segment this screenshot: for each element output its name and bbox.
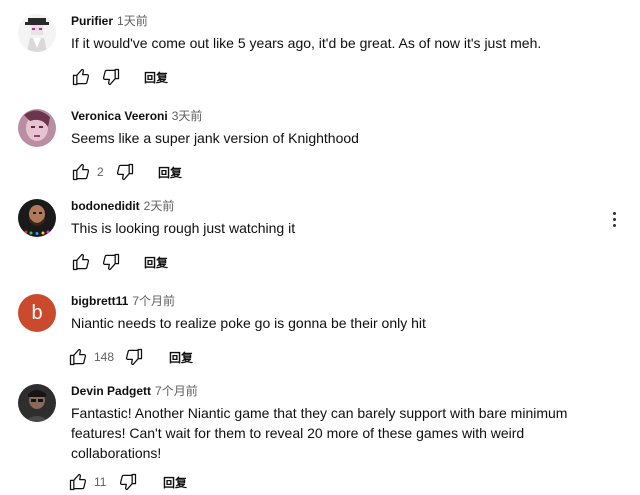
menu-dot xyxy=(612,212,616,215)
reply-label: 回复 xyxy=(158,165,183,180)
like-button[interactable]: 148 xyxy=(68,347,114,367)
menu-dot xyxy=(612,224,616,227)
like-button[interactable] xyxy=(71,252,91,272)
more-vert-icon[interactable] xyxy=(607,210,621,230)
comment-time[interactable]: 7个月前 xyxy=(132,294,175,308)
menu-dot xyxy=(612,218,616,221)
like-count: 2 xyxy=(97,165,104,179)
comment-time[interactable]: 3天前 xyxy=(172,109,203,123)
comment-text: This is looking rough just watching it xyxy=(71,220,296,236)
comment-author[interactable]: Devin Padgett xyxy=(71,384,151,398)
reply-button[interactable]: 回复 xyxy=(158,162,182,182)
reply-label: 回复 xyxy=(163,475,188,490)
comment-author[interactable]: bigbrett11 xyxy=(71,294,128,308)
comment-time[interactable]: 7个月前 xyxy=(155,384,198,398)
thumb-up-icon xyxy=(69,473,87,491)
thumb-down-icon xyxy=(102,68,120,86)
avatar[interactable] xyxy=(18,384,56,422)
comment-time[interactable]: 2天前 xyxy=(144,199,175,213)
dislike-button[interactable] xyxy=(115,162,135,182)
comment-text: Niantic needs to realize poke go is gonn… xyxy=(71,315,426,331)
dislike-button[interactable] xyxy=(124,347,144,367)
comment-text: Fantastic! Another Niantic game that the… xyxy=(71,405,568,461)
comment-text: If it would've come out like 5 years ago… xyxy=(71,35,542,51)
thumb-down-icon xyxy=(125,348,143,366)
thumb-up-icon xyxy=(69,348,87,366)
thumb-down-icon xyxy=(102,253,120,271)
dislike-button[interactable] xyxy=(101,67,121,87)
like-button[interactable] xyxy=(71,67,91,87)
avatar[interactable] xyxy=(18,109,56,147)
like-button[interactable]: 2 xyxy=(71,162,104,182)
avatar[interactable] xyxy=(18,14,56,52)
reply-label: 回复 xyxy=(144,70,169,85)
dislike-button[interactable] xyxy=(118,472,138,492)
like-count: 148 xyxy=(94,350,115,364)
thumb-up-icon xyxy=(72,163,90,181)
avatar-letter: b xyxy=(31,302,43,324)
reply-button[interactable]: 回复 xyxy=(169,347,193,367)
comment-time[interactable]: 1天前 xyxy=(117,14,148,28)
reply-label: 回复 xyxy=(144,255,169,270)
reply-button[interactable]: 回复 xyxy=(144,252,168,272)
reply-button[interactable]: 回复 xyxy=(163,472,187,492)
thumb-down-icon xyxy=(119,473,137,491)
comment-author[interactable]: bodonedidit xyxy=(71,199,140,213)
comment-text: Seems like a super jank version of Knigh… xyxy=(71,130,359,146)
thumb-down-icon xyxy=(116,163,134,181)
dislike-button[interactable] xyxy=(101,252,121,272)
avatar[interactable] xyxy=(18,199,56,237)
like-button[interactable]: 11 xyxy=(68,472,106,492)
reply-button[interactable]: 回复 xyxy=(144,67,168,87)
avatar[interactable]: b xyxy=(18,294,56,332)
comment-author[interactable]: Purifier xyxy=(71,14,113,28)
comment-author[interactable]: Veronica Veeroni xyxy=(71,109,168,123)
reply-label: 回复 xyxy=(169,350,194,365)
like-count: 11 xyxy=(94,475,107,489)
thumb-up-icon xyxy=(72,253,90,271)
thumb-up-icon xyxy=(72,68,90,86)
